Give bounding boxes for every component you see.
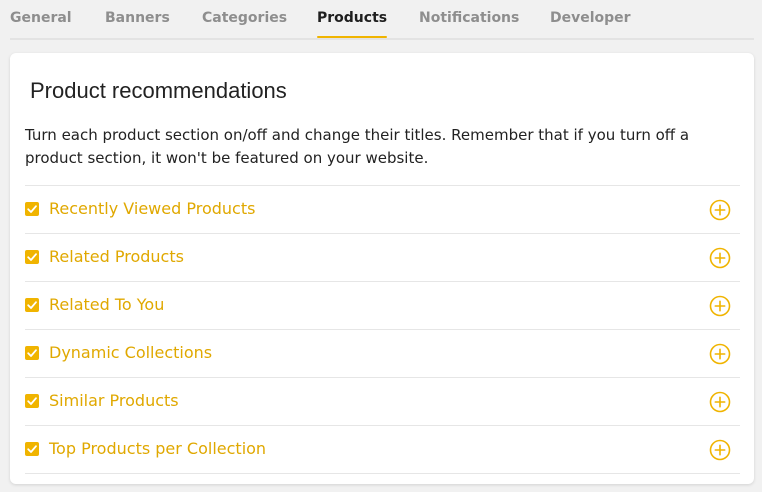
card-title: Product recommendations [30,78,287,103]
expand-button[interactable] [709,199,731,221]
section-label[interactable]: Related Products [49,247,184,266]
plus-circle-icon [709,391,731,413]
list-item: Related To You [25,282,740,330]
section-checkbox[interactable] [25,346,39,360]
tab-developer[interactable]: Developer [550,10,631,26]
card-description: Turn each product section on/off and cha… [25,126,690,167]
expand-button[interactable] [709,391,731,413]
section-checkbox[interactable] [25,394,39,408]
check-icon [27,445,37,453]
plus-circle-icon [709,199,731,221]
active-tab-indicator [317,36,388,38]
tab-general[interactable]: General [10,10,72,26]
section-label[interactable]: Recently Viewed Products [49,199,255,218]
section-checkbox[interactable] [25,442,39,456]
plus-circle-icon [709,439,731,461]
list-item: Related Products [25,234,740,282]
section-label[interactable]: Similar Products [49,391,179,410]
tab-bar: General Banners Categories Products Noti… [10,0,754,40]
expand-button[interactable] [709,295,731,317]
expand-button[interactable] [709,439,731,461]
section-checkbox[interactable] [25,202,39,216]
list-item: Top Products per Collection [25,426,740,474]
section-label[interactable]: Dynamic Collections [49,343,212,362]
expand-button[interactable] [709,247,731,269]
product-recommendations-card: Product recommendations Turn each produc… [10,53,754,484]
expand-button[interactable] [709,343,731,365]
tab-products[interactable]: Products [317,10,388,38]
plus-circle-icon [709,343,731,365]
product-section-list: Recently Viewed Products Related Product… [25,185,740,474]
check-icon [27,349,37,357]
check-icon [27,301,37,309]
check-icon [27,397,37,405]
list-item: Recently Viewed Products [25,186,740,234]
section-checkbox[interactable] [25,250,39,264]
tab-notifications[interactable]: Notifications [419,10,519,26]
tab-banners[interactable]: Banners [105,10,170,26]
section-checkbox[interactable] [25,298,39,312]
section-label[interactable]: Related To You [49,295,164,314]
plus-circle-icon [709,295,731,317]
tab-categories[interactable]: Categories [202,10,287,26]
list-item: Dynamic Collections [25,330,740,378]
section-label[interactable]: Top Products per Collection [49,439,266,458]
check-icon [27,205,37,213]
list-item: Similar Products [25,378,740,426]
plus-circle-icon [709,247,731,269]
check-icon [27,253,37,261]
